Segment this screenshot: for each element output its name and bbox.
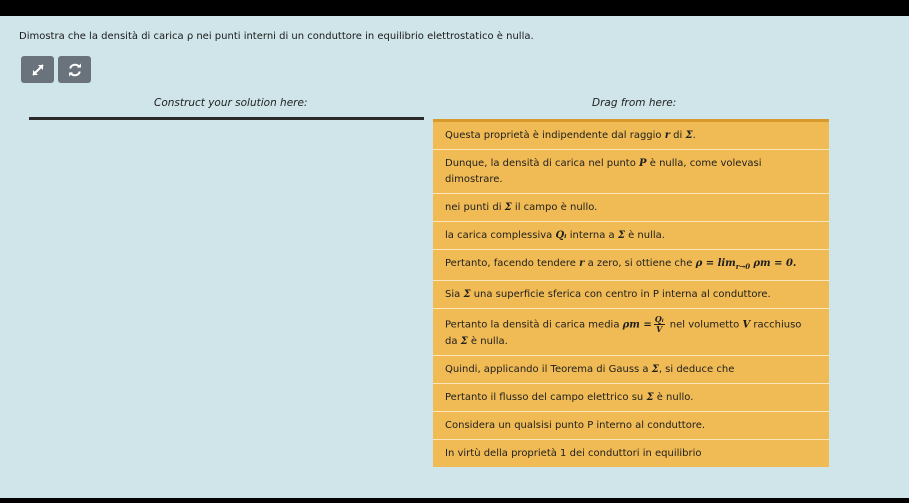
list-item[interactable]: la carica complessiva Qᵢ interna a Σ è n… (433, 222, 829, 250)
list-item[interactable]: Quindi, applicando il Teorema di Gauss a… (433, 356, 829, 384)
list-item[interactable]: Questa proprietà è indipendente dal ragg… (433, 122, 829, 150)
list-item[interactable]: Pertanto la densità di carica media ρm =… (433, 309, 829, 356)
refresh-icon (67, 62, 83, 78)
list-item[interactable]: In virtù della proprietà 1 dei conduttor… (433, 440, 829, 467)
list-item[interactable]: Pertanto, facendo tendere r a zero, si o… (433, 250, 829, 281)
list-item[interactable]: Dunque, la densità di carica nel punto P… (433, 150, 829, 194)
drag-label: Drag from here: (592, 97, 677, 109)
list-item[interactable]: Pertanto il flusso del campo elettrico s… (433, 384, 829, 412)
expand-arrows-icon (30, 62, 46, 78)
construct-label: Construct your solution here: (154, 97, 308, 109)
drag-source-list: Questa proprietà è indipendente dal ragg… (433, 119, 829, 467)
expand-button[interactable] (21, 56, 54, 83)
solution-drop-zone[interactable] (29, 117, 424, 120)
reset-button[interactable] (58, 56, 91, 83)
list-item[interactable]: nei punti di Σ il campo è nullo. (433, 194, 829, 222)
exercise-panel: Dimostra che la densità di carica ρ nei … (0, 16, 909, 498)
list-item[interactable]: Considera un qualsisi punto P interno al… (433, 412, 829, 440)
list-item[interactable]: Sia Σ una superficie sferica con centro … (433, 281, 829, 309)
question-text: Dimostra che la densità di carica ρ nei … (19, 31, 534, 42)
